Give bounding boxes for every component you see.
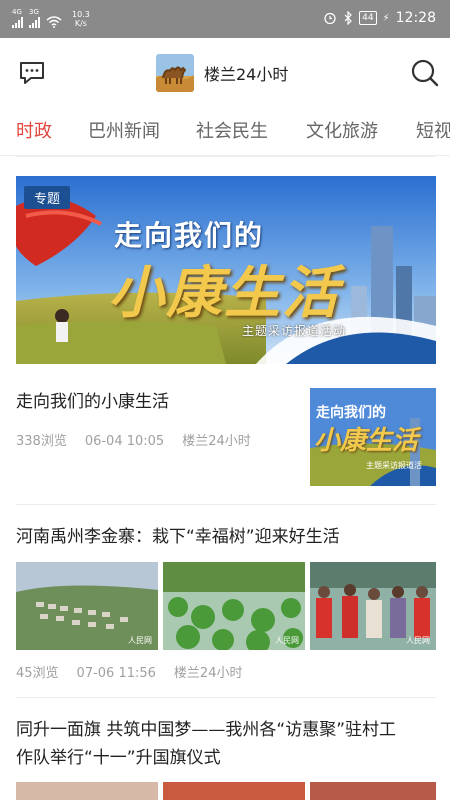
article-image[interactable]: 人民网 (163, 562, 305, 650)
view-count: 45浏览 (16, 666, 59, 681)
net-speed-value: 10.3 (72, 10, 90, 19)
bluetooth-icon (344, 11, 353, 25)
publish-time: 06-04 10:05 (84, 434, 165, 449)
article-title[interactable]: 河南禹州李金寨：栽下“幸福树”迎来好生活 (16, 523, 340, 551)
app-name: 楼兰24小时 (204, 65, 289, 84)
thumbnail-subtitle: 主题采访报道活 (366, 461, 422, 470)
tab-bazhou-news[interactable]: 巴州新闻 (88, 117, 160, 143)
sim1-signal-icon (12, 16, 23, 28)
banner-title-line2: 小康生活 (108, 260, 340, 326)
article-title-line1[interactable]: 同升一面旗 共筑中国梦——我州各“访惠聚”驻村工 (16, 716, 396, 744)
view-count: 338浏览 (16, 434, 67, 449)
sim2-label: 3G (29, 8, 39, 16)
charging-icon: ⚡ (382, 12, 390, 24)
net-speed-unit: K/s (74, 19, 87, 28)
sim1-signal: 4G (12, 9, 23, 28)
banner-tag: 专题 (24, 186, 71, 209)
sim1-label: 4G (12, 8, 22, 16)
article-thumbnail[interactable]: 走向我们的 小康生活 主题采访报道活 (310, 388, 436, 486)
search-icon[interactable] (410, 58, 440, 88)
article-title[interactable]: 走向我们的小康生活 (16, 388, 169, 416)
article-image[interactable] (16, 782, 158, 800)
divider (16, 504, 436, 505)
app-logo (156, 54, 194, 92)
status-bar: 4G 3G 10.3 K/s 44 ⚡ 12:28 (0, 0, 450, 38)
message-icon[interactable] (18, 60, 46, 86)
featured-banner[interactable]: 专题 走向我们的 小康生活 主题采访报道活动 (16, 176, 436, 364)
article-image[interactable]: 人民网 (16, 562, 158, 650)
image-watermark: 人民网 (275, 636, 299, 645)
battery-icon: 44 (359, 11, 377, 25)
image-watermark: 人民网 (128, 636, 152, 645)
divider (16, 697, 436, 698)
article-source: 楼兰24小时 (173, 666, 243, 681)
clock: 12:28 (395, 10, 436, 26)
article-image[interactable] (310, 782, 436, 800)
wifi-icon (46, 16, 62, 28)
status-right: 44 ⚡ 12:28 (323, 10, 436, 26)
brand: 楼兰24小时 (156, 54, 288, 92)
article-source: 楼兰24小时 (182, 434, 251, 449)
article-image[interactable] (163, 782, 305, 800)
image-watermark: 人民网 (406, 636, 430, 645)
status-left: 4G 3G 10.3 K/s (12, 9, 90, 28)
battery-level: 44 (362, 13, 374, 23)
tab-short-video[interactable]: 短视 (416, 117, 450, 143)
thumbnail-title-line2: 小康生活 (314, 426, 419, 456)
tab-culture-tourism[interactable]: 文化旅游 (306, 117, 378, 143)
thumbnail-title-line1: 走向我们的 (316, 405, 386, 421)
net-speed: 10.3 K/s (72, 10, 90, 28)
alarm-icon (324, 12, 336, 25)
tab-politics[interactable]: 时政 (16, 117, 52, 143)
sim2-signal: 3G (29, 9, 40, 28)
article-meta: 338浏览 06-04 10:05 楼兰24小时 (16, 430, 269, 449)
top-bar: 楼兰24小时 (0, 38, 450, 108)
sim2-signal-icon (29, 16, 40, 28)
divider (16, 156, 436, 157)
banner-subtitle: 主题采访报道活动 (242, 324, 347, 338)
tab-social-livelihood[interactable]: 社会民生 (196, 117, 268, 143)
article-image[interactable]: 人民网 (310, 562, 436, 650)
article-meta: 45浏览 07-06 11:56 楼兰24小时 (16, 662, 260, 681)
article-title-line2[interactable]: 作队举行“十一”升国旗仪式 (16, 744, 221, 772)
category-tabs: 时政 巴州新闻 社会民生 文化旅游 短视 (0, 108, 450, 156)
publish-time: 07-06 11:56 (76, 666, 156, 681)
